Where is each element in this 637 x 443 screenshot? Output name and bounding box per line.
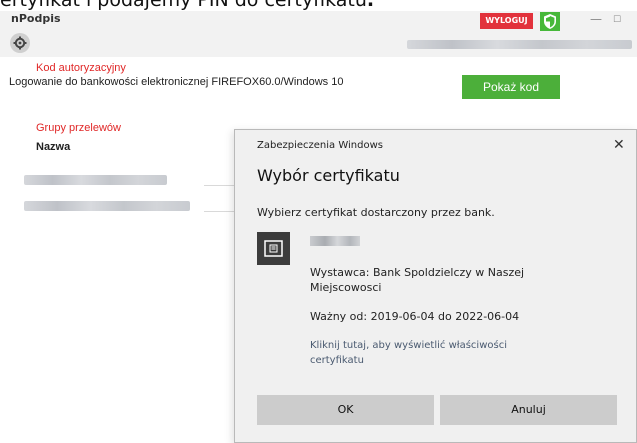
cancel-button[interactable]: Anuluj (440, 395, 617, 425)
certificate-validity: Ważny od: 2019-06-04 do 2022-06-04 (310, 310, 520, 323)
certificate-issuer-line1: Wystawca: Bank Spoldzielczy w Naszej (310, 266, 525, 279)
caption-bold: . (366, 0, 375, 11)
logout-button[interactable]: WYLOGUJ (480, 13, 533, 29)
maximize-button[interactable]: ☐ (610, 15, 624, 25)
certificate-icon (257, 232, 290, 265)
transfer-groups-label: Grupy przelewów (36, 122, 121, 134)
show-code-button[interactable]: Pokaż kod (462, 75, 560, 99)
list-item[interactable] (24, 175, 167, 185)
list-item[interactable] (24, 201, 190, 211)
certificate-name-redacted (310, 236, 360, 246)
windows-security-dialog: Zabezpieczenia Windows ✕ Wybór certyfika… (234, 129, 637, 443)
auth-code-label: Kod autoryzacyjny (36, 62, 126, 74)
shield-icon (540, 12, 560, 31)
dialog-subtitle: Wybierz certyfikat dostarczony przez ban… (257, 206, 495, 219)
gear-icon[interactable] (10, 33, 30, 53)
document-caption: ertyfikat i podajemy PIN do certyfikatu. (0, 0, 637, 11)
toolbar (0, 31, 637, 57)
app-titlebar: nPodpis WYLOGUJ — ☐ (0, 11, 637, 31)
ok-button[interactable]: OK (257, 395, 434, 425)
dialog-caption: Zabezpieczenia Windows (257, 140, 383, 151)
dialog-title: Wybór certyfikatu (257, 166, 400, 185)
name-column-header: Nazwa (36, 141, 71, 153)
row-divider (204, 185, 234, 186)
close-icon[interactable]: ✕ (613, 137, 625, 153)
caption-text: ertyfikat i podajemy PIN do certyfikatu (0, 0, 367, 11)
auth-description: Logowanie do bankowości elektronicznej F… (9, 76, 344, 88)
row-divider (204, 211, 234, 212)
certificate-properties-link-line2[interactable]: certyfikatu (310, 353, 364, 368)
user-info-redacted (407, 40, 632, 49)
certificate-issuer-line2: Miejscowosci (310, 281, 382, 294)
certificate-properties-link[interactable]: Kliknij tutaj, aby wyświetlić właściwośc… (310, 338, 507, 353)
minimize-button[interactable]: — (589, 12, 603, 26)
app-title: nPodpis (11, 12, 61, 25)
